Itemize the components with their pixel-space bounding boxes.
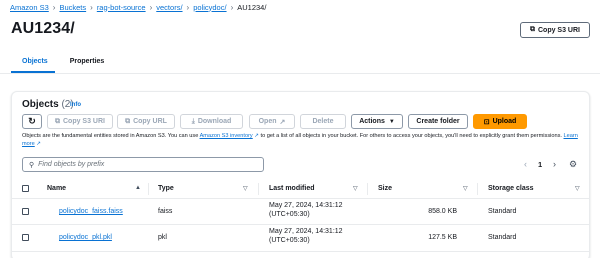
upload-button[interactable]: ⊡ Upload [473, 114, 527, 129]
caret-down-icon: ▼ [388, 118, 395, 125]
delete-button[interactable]: Delete [300, 114, 346, 129]
column-storage-class[interactable]: Storage class [488, 185, 534, 192]
sort-icon[interactable]: ▽ [353, 185, 358, 192]
object-last-modified: May 27, 2024, 14:31:12 (UTC+05:30) [269, 227, 343, 245]
copy-s3-uri-label: Copy S3 URI [62, 118, 105, 125]
search-icon: ⚲ [29, 161, 35, 169]
objects-heading-label: Objects [22, 99, 59, 110]
description-prefix: Objects are the fundamental entities sto… [22, 133, 200, 139]
column-divider [258, 183, 259, 195]
next-page-icon[interactable]: › [553, 159, 556, 169]
upload-icon: ⊡ [483, 118, 490, 126]
breadcrumb-policydoc[interactable]: policydoc/ [193, 3, 226, 12]
copy-s3-uri-header-label: Copy S3 URI [537, 26, 580, 34]
copy-icon: ⧉ [125, 117, 131, 125]
download-label: Download [197, 118, 232, 125]
tab-properties[interactable]: Properties [59, 56, 116, 70]
column-divider [477, 183, 478, 195]
sort-icon[interactable]: ▽ [463, 185, 468, 192]
last-modified-date: May 27, 2024, 14:31:12 [269, 202, 343, 209]
actions-label: Actions [359, 118, 385, 125]
tab-objects[interactable]: Objects [11, 56, 59, 70]
open-button[interactable]: Open ↗ [249, 114, 295, 129]
column-size[interactable]: Size [378, 185, 392, 192]
column-type[interactable]: Type [158, 185, 174, 192]
object-size: 127.5 KB [428, 234, 457, 241]
info-link[interactable]: Info [70, 102, 81, 108]
objects-heading: Objects (2) [22, 99, 74, 110]
last-modified-date: May 27, 2024, 14:31:12 [269, 228, 343, 235]
external-link-icon: ↗ [279, 118, 286, 126]
refresh-icon: ↻ [28, 116, 36, 126]
search-input[interactable]: ⚲ Find objects by prefix [22, 157, 264, 172]
select-all-checkbox[interactable] [22, 185, 29, 192]
object-type: faiss [158, 208, 173, 215]
copy-icon: ⧉ [54, 117, 60, 125]
column-divider [148, 183, 149, 195]
row-divider [11, 251, 590, 252]
object-type: pkl [158, 234, 167, 241]
create-folder-button[interactable]: Create folder [408, 114, 468, 129]
download-button[interactable]: ⤓ Download [180, 114, 243, 129]
external-link-icon: ↗ [34, 141, 41, 147]
refresh-button[interactable]: ↻ [22, 114, 42, 129]
breadcrumb: Amazon S3 › Buckets › rag-bot-source › v… [10, 2, 266, 12]
object-name-link[interactable]: policydoc_faiss.faiss [59, 208, 123, 215]
chevron-right-icon: › [149, 2, 153, 12]
breadcrumb-buckets[interactable]: Buckets [59, 3, 86, 12]
chevron-right-icon: › [90, 2, 93, 12]
actions-dropdown[interactable]: Actions ▼ [351, 114, 403, 129]
breadcrumb-vectors[interactable]: vectors/ [156, 3, 182, 12]
sort-ascending-icon[interactable]: ▲ [135, 185, 141, 191]
copy-icon: ⧉ [529, 26, 535, 33]
inventory-link[interactable]: Amazon S3 inventory [200, 133, 253, 139]
column-name[interactable]: Name [47, 185, 66, 192]
row-checkbox[interactable] [22, 234, 29, 241]
copy-url-button[interactable]: ⧉ Copy URL [117, 114, 175, 129]
object-storage-class: Standard [488, 208, 517, 215]
copy-s3-uri-header-button[interactable]: ⧉ Copy S3 URI [520, 22, 590, 38]
search-placeholder: Find objects by prefix [38, 161, 105, 168]
tab-bar: Objects Properties [11, 56, 115, 70]
tabs-divider [0, 73, 600, 74]
chevron-right-icon: › [186, 2, 190, 12]
chevron-right-icon: › [52, 2, 56, 12]
create-folder-label: Create folder [416, 118, 460, 125]
column-divider [367, 183, 368, 195]
previous-page-icon[interactable]: ‹ [524, 159, 527, 169]
download-icon: ⤓ [191, 117, 195, 125]
chevron-right-icon: › [230, 2, 234, 12]
upload-label: Upload [492, 118, 517, 125]
object-size: 858.0 KB [428, 208, 457, 215]
breadcrumb-bucket[interactable]: rag-bot-source [97, 3, 146, 12]
page-number[interactable]: 1 [538, 160, 542, 169]
copy-s3-uri-button[interactable]: ⧉ Copy S3 URI [47, 114, 113, 129]
row-checkbox[interactable] [22, 208, 29, 215]
delete-label: Delete [312, 118, 334, 125]
sort-icon[interactable]: ▽ [243, 185, 248, 192]
breadcrumb-current: AU1234/ [237, 2, 267, 12]
last-modified-timezone: (UTC+05:30) [269, 211, 310, 218]
open-label: Open [258, 118, 277, 125]
copy-url-label: Copy URL [133, 118, 167, 125]
object-name-link[interactable]: policydoc_pkl.pkl [59, 234, 112, 241]
breadcrumb-amazon-s3[interactable]: Amazon S3 [10, 3, 49, 12]
sort-icon[interactable]: ▽ [575, 185, 580, 192]
object-last-modified: May 27, 2024, 14:31:12 (UTC+05:30) [269, 201, 343, 219]
objects-description: Objects are the fundamental entities sto… [22, 132, 582, 148]
gear-icon[interactable]: ⚙ [569, 159, 577, 170]
page-title: AU1234/ [11, 20, 75, 37]
description-middle: to get a list of all objects in your buc… [258, 133, 564, 139]
row-divider [11, 224, 590, 225]
column-last-modified[interactable]: Last modified [269, 185, 315, 192]
object-storage-class: Standard [488, 234, 517, 241]
last-modified-timezone: (UTC+05:30) [269, 237, 310, 244]
